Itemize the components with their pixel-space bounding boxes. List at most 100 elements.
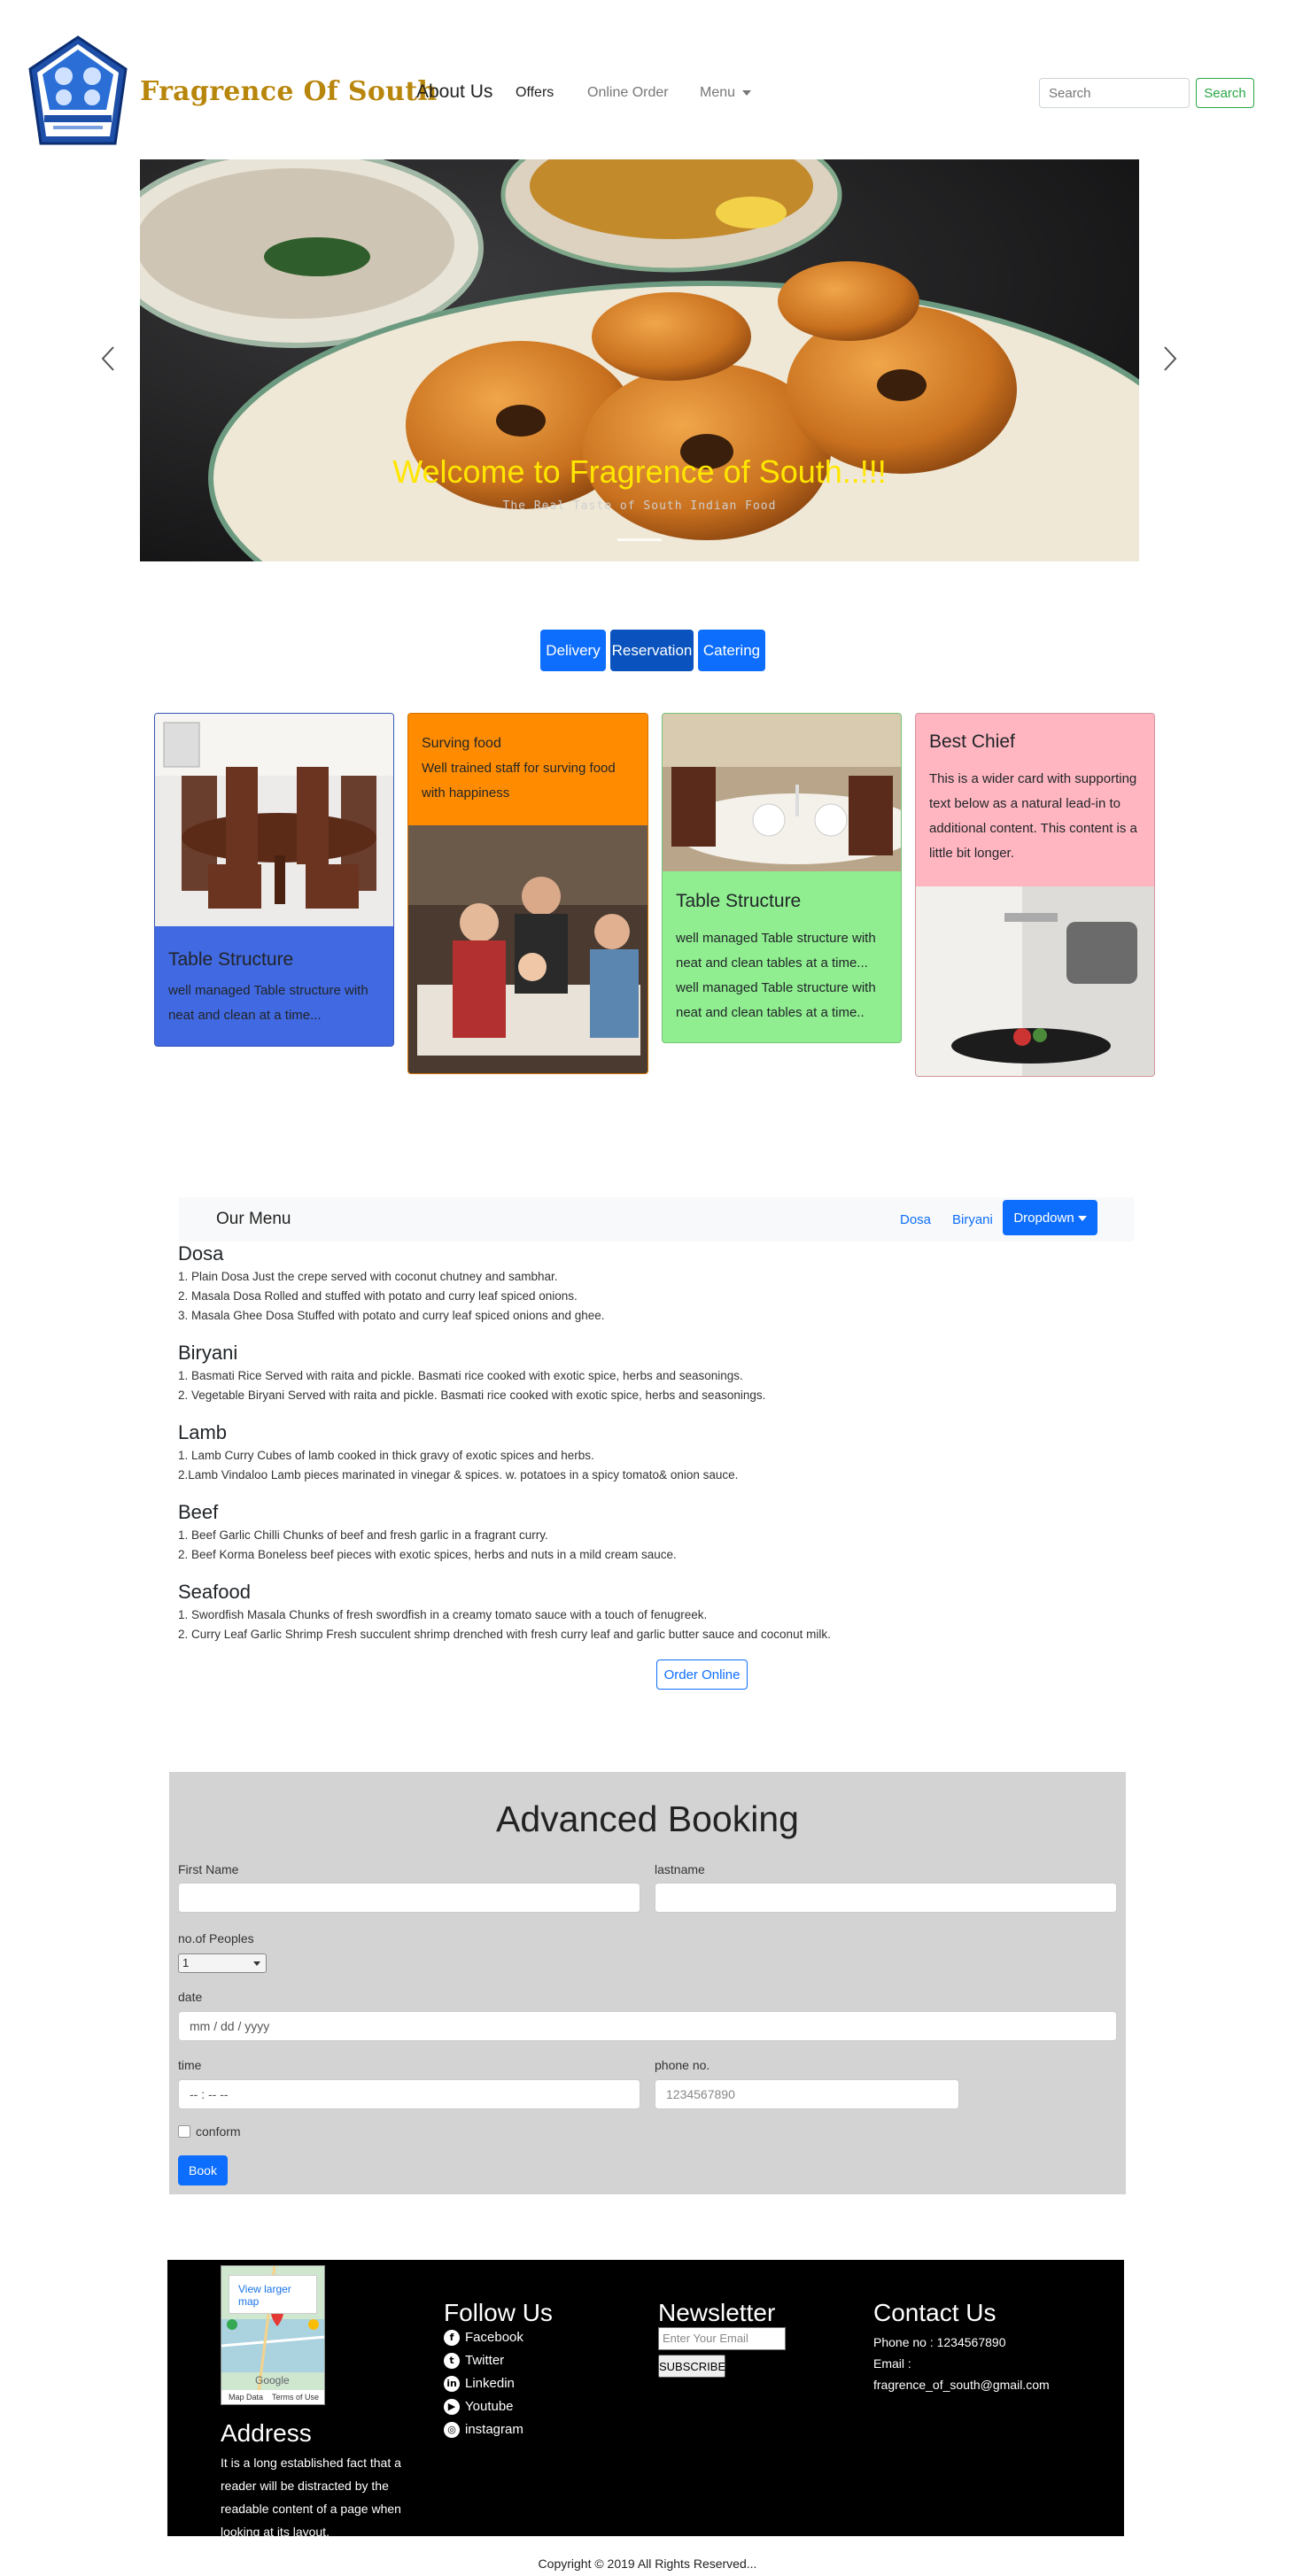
menu-link-dosa[interactable]: Dosa [900, 1212, 931, 1227]
dining-table-image [155, 714, 393, 926]
copyright-text: Copyright © 2019 All Rights Reserved... [538, 2557, 757, 2571]
follow-us-title: Follow Us [444, 2299, 553, 2326]
book-button[interactable]: Book [178, 2155, 228, 2185]
newsletter-email-field[interactable]: Enter Your Email [658, 2327, 786, 2350]
search-button[interactable]: Search [1196, 78, 1254, 108]
nav-offers[interactable]: Offers [516, 85, 554, 101]
map-attribution: Map Data Terms of Use [221, 2390, 324, 2404]
embedded-map[interactable]: View larger map Google Map Data Terms of … [221, 2265, 325, 2405]
social-facebook[interactable]: f Facebook [444, 2330, 523, 2347]
menu-item: 1. Plain Dosa Just the crepe served with… [178, 1270, 558, 1283]
peoples-label: no.of Peoples [178, 1931, 254, 1946]
menu-category-title: Dosa [178, 1242, 224, 1265]
youtube-icon: ▶ [444, 2399, 460, 2416]
social-label: instagram [465, 2422, 523, 2437]
menu-dropdown-button[interactable]: Dropdown [1003, 1200, 1097, 1235]
menu-category-title: Lamb [178, 1421, 228, 1443]
card-title: Table Structure [168, 949, 294, 970]
facebook-icon: f [444, 2330, 460, 2347]
card-text: This is a wider card with supporting tex… [929, 771, 1137, 861]
menu-category: Biryani 1. Basmati Rice Served with rait… [178, 1339, 765, 1405]
catering-button[interactable]: Catering [698, 630, 765, 671]
conform-checkbox[interactable] [178, 2125, 190, 2138]
site-footer: View larger map Google Map Data Terms of … [167, 2260, 1124, 2539]
contact-title: Contact Us [873, 2299, 996, 2326]
card-text: Well trained staff for surving food with… [422, 761, 616, 801]
address-text: It is a long established fact that a rea… [221, 2456, 401, 2539]
contact-email[interactable]: fragrence_of_south@gmail.com [873, 2373, 1050, 2396]
menu-item: 1. Beef Garlic Chilli Chunks of beef and… [178, 1528, 548, 1542]
search-input[interactable] [1039, 78, 1190, 108]
menu-category: Seafood 1. Swordfish Masala Chunks of fr… [178, 1578, 1064, 1644]
delivery-button[interactable]: Delivery [540, 630, 606, 671]
card-text: well managed Table structure with neat a… [168, 983, 368, 1023]
view-larger-map-link[interactable]: View larger map [238, 2283, 291, 2308]
nav-about-us[interactable]: About Us [416, 81, 492, 103]
card-best-chief: Best Chief This is a wider card with sup… [915, 713, 1155, 1077]
map-data-link[interactable]: Map Data [229, 2393, 263, 2402]
chevron-down-icon [253, 1961, 260, 1966]
serving-staff-image [408, 825, 648, 1073]
caret-down-icon [1077, 1215, 1087, 1221]
caret-down-icon [742, 89, 752, 96]
card-title: Best Chief [929, 731, 1015, 752]
menu-item: 1. Lamb Curry Cubes of lamb cooked in th… [178, 1449, 594, 1462]
date-label: date [178, 1990, 203, 2004]
card-text: well managed Table structure with neat a… [676, 931, 876, 1020]
menu-item: 1. Basmati Rice Served with raita and pi… [178, 1369, 743, 1382]
menu-item: 3. Masala Ghee Dosa Stuffed with potato … [178, 1309, 605, 1322]
address-title: Address [221, 2419, 312, 2447]
phone-label: phone no. [655, 2058, 710, 2072]
menu-brand[interactable]: Our Menu [216, 1210, 291, 1229]
reservation-button[interactable]: Reservation [610, 630, 694, 671]
linkedin-icon: in [444, 2376, 460, 2393]
hero-carousel: Welcome to Fragrence of South..!!! The R… [140, 159, 1139, 561]
menu-item: 2. Beef Korma Boneless beef pieces with … [178, 1548, 677, 1561]
carousel-subtitle: The Real Taste of South Indian Food [502, 499, 777, 513]
nav-online-order[interactable]: Online Order [587, 85, 669, 101]
chevron-right-icon[interactable] [1156, 345, 1183, 372]
chevron-left-icon[interactable] [96, 345, 122, 372]
date-field[interactable]: mm / dd / yyyy [178, 2011, 1117, 2041]
contact-email-label: Email : [873, 2356, 911, 2371]
carousel-title: Welcome to Fragrence of South..!!! [392, 453, 887, 490]
contact-phone: Phone no : 1234567890 [873, 2335, 1006, 2349]
menu-category-title: Seafood [178, 1581, 251, 1603]
first-name-field[interactable] [178, 1883, 640, 1913]
carousel-indicator[interactable] [617, 538, 662, 541]
restaurant-logo[interactable] [27, 34, 129, 152]
menu-item: 2. Masala Dosa Rolled and stuffed with p… [178, 1289, 578, 1303]
peoples-value: 1 [182, 1956, 190, 1969]
card-surving-food: Surving food Well trained staff for surv… [407, 713, 648, 1074]
last-name-field[interactable] [655, 1883, 1117, 1913]
menu-item: 2. Vegetable Biryani Served with raita a… [178, 1389, 766, 1402]
last-name-label: lastname [655, 1862, 705, 1876]
map-google-logo: Google [255, 2374, 290, 2386]
time-label: time [178, 2058, 202, 2072]
social-label: Facebook [465, 2330, 523, 2345]
top-navbar: Fragrence Of South About Us Offers Onlin… [0, 0, 1295, 186]
first-name-label: First Name [178, 1862, 239, 1876]
instagram-icon: ◎ [444, 2422, 460, 2439]
menu-category: Lamb 1. Lamb Curry Cubes of lamb cooked … [178, 1419, 738, 1485]
social-label: Linkedin [465, 2376, 515, 2391]
menu-link-biryani[interactable]: Biryani [952, 1212, 993, 1227]
order-online-button[interactable]: Order Online [656, 1659, 748, 1690]
menu-category: Beef 1. Beef Garlic Chilli Chunks of bee… [178, 1498, 677, 1565]
menu-navbar: Our Menu Dosa Biryani Dropdown [179, 1197, 1134, 1242]
social-twitter[interactable]: t Twitter [444, 2353, 504, 2370]
peoples-select[interactable]: 1 [178, 1953, 267, 1973]
twitter-icon: t [444, 2353, 460, 2370]
menu-category-title: Biryani [178, 1342, 238, 1364]
subscribe-button[interactable]: SUBSCRIBE [658, 2355, 725, 2378]
brand-name[interactable]: Fragrence Of South [140, 76, 438, 107]
nav-menu-label: Menu [700, 85, 736, 100]
nav-menu-dropdown[interactable]: Menu [700, 85, 752, 101]
social-youtube[interactable]: ▶ Youtube [444, 2399, 514, 2416]
social-instagram[interactable]: ◎ instagram [444, 2422, 523, 2439]
newsletter-title: Newsletter [658, 2299, 776, 2326]
phone-field[interactable]: 1234567890 [655, 2079, 959, 2109]
social-linkedin[interactable]: in Linkedin [444, 2376, 515, 2393]
map-terms-link[interactable]: Terms of Use [272, 2393, 319, 2402]
time-field[interactable]: -- : -- -- [178, 2079, 640, 2109]
